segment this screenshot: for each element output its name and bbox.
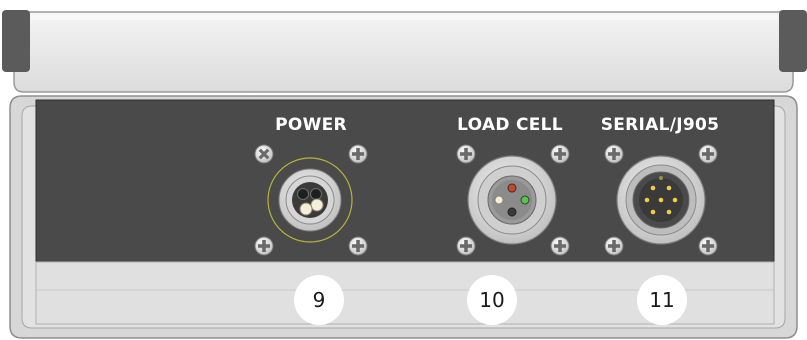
serial-connector-icon bbox=[616, 155, 706, 245]
screw-icon bbox=[698, 144, 718, 164]
callout-number: 9 bbox=[313, 288, 326, 312]
power-connector-icon bbox=[267, 157, 353, 243]
screw-icon bbox=[550, 144, 570, 164]
connector-panel-diagram: POWER LOAD CELL SERIAL/J905 9 10 11 bbox=[0, 0, 807, 340]
housing-right-tab bbox=[779, 10, 807, 72]
serial-label: SERIAL/J905 bbox=[601, 115, 720, 135]
callout-10: 10 bbox=[467, 275, 517, 325]
screw-icon bbox=[254, 144, 274, 164]
callout-number: 10 bbox=[479, 288, 504, 312]
screw-icon bbox=[348, 236, 368, 256]
panel-illustration: POWER LOAD CELL SERIAL/J905 9 10 11 bbox=[0, 0, 807, 339]
housing-left-tab bbox=[2, 10, 30, 72]
callout-9: 9 bbox=[294, 275, 344, 325]
screw-icon bbox=[604, 144, 624, 164]
screw-icon bbox=[456, 144, 476, 164]
load-cell-label: LOAD CELL bbox=[457, 115, 563, 135]
callout-11: 11 bbox=[637, 275, 687, 325]
power-label: POWER bbox=[275, 115, 347, 135]
screw-icon bbox=[550, 236, 570, 256]
load-cell-connector-icon bbox=[467, 155, 557, 245]
screw-icon bbox=[254, 236, 274, 256]
housing-top-body bbox=[13, 11, 794, 93]
screw-icon bbox=[456, 236, 476, 256]
screw-icon bbox=[604, 236, 624, 256]
callout-number: 11 bbox=[649, 288, 674, 312]
screw-icon bbox=[698, 236, 718, 256]
screw-icon bbox=[348, 144, 368, 164]
